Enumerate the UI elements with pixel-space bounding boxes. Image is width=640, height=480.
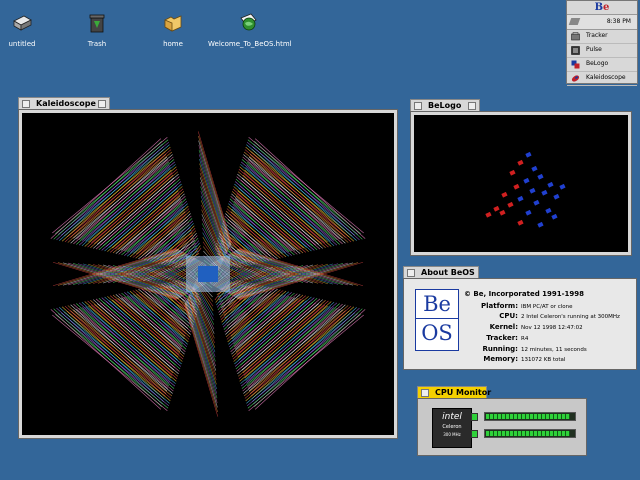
cpu-2-toggle[interactable] [471,430,478,438]
about-value: 131072 KB total [521,357,566,363]
belogo-window: BeLogo [410,99,632,256]
tray-app-icon[interactable] [568,18,581,25]
desktop-icon-untitled[interactable]: untitled [0,12,62,48]
about-value: 12 minutes, 11 seconds [521,347,587,353]
cpu-monitor-window: CPU Monitor intel Celeron 300 MHz [417,386,587,456]
about-row-platform: Platform: IBM PC/AT or clone [462,302,573,310]
close-box[interactable] [421,389,429,397]
html-document-icon [240,13,257,31]
chip-speed: 300 MHz [443,432,461,437]
deskbar: Be 8:38 PM Tracker Pulse BeLogo Kaleidos… [566,0,638,86]
beos-logo: Be OS [415,289,459,351]
window-frame: intel Celeron 300 MHz [417,398,587,456]
desktop-icon-label: untitled [8,40,36,48]
about-row-running: Running: 12 minutes, 11 seconds [462,345,587,353]
zoom-box[interactable] [98,100,106,108]
desktop-icon-welcome-html[interactable]: Welcome_To_BeOS.html [208,12,292,48]
about-row-kernel: Kernel: Nov 12 1998 12:47:02 [462,323,583,331]
close-box[interactable] [407,269,415,277]
cpu-1-toggle[interactable] [471,413,478,421]
be-menu-button[interactable]: Be [567,1,637,15]
about-value: Nov 12 1998 12:47:02 [521,325,583,331]
window-frame [18,109,398,439]
beos-logo-bottom: OS [421,321,453,345]
desktop-icon-label: home [163,40,183,48]
zoom-box[interactable] [468,102,476,110]
cpu-2-meter [484,429,576,438]
cpu-1-meter-fill [486,414,570,419]
about-value: R4 [521,336,529,342]
kaleidoscope-canvas [22,113,394,435]
about-beos-window: About BeOS Be OS © Be, Incorporated 1991… [403,266,637,370]
close-box[interactable] [414,102,422,110]
about-key: Tracker: [486,334,518,342]
deskbar-clock[interactable]: 8:38 PM [607,18,631,25]
desktop-icon-label: Welcome_To_BeOS.html [208,40,292,48]
chip-model: Celeron [442,424,462,430]
close-box[interactable] [22,100,30,108]
about-key: CPU: [499,312,518,320]
deskbar-item-label: Pulse [586,46,602,53]
belogo-animation [485,151,566,228]
kaleidoscope-pattern [50,131,366,417]
about-value: 2 Intel Celeron's running at 300MHz [521,314,620,320]
window-title: CPU Monitor [435,388,492,397]
deskbar-item-tracker[interactable]: Tracker [567,30,637,44]
window-title: BeLogo [428,101,462,110]
about-row-cpu: CPU: 2 Intel Celeron's running at 300MHz [462,312,620,320]
pulse-icon [571,46,580,55]
trash-icon [89,14,105,33]
about-key: Kernel: [489,323,518,331]
window-tab[interactable]: CPU Monitor [417,386,491,398]
copyright-text: © Be, Incorporated 1991-1998 [464,290,585,298]
cpu-1-meter [484,412,576,421]
deskbar-item-belogo[interactable]: BeLogo [567,58,637,72]
window-tab[interactable]: Kaleidoscope [18,97,110,109]
belogo-canvas [414,115,628,252]
beos-logo-top: Be [416,290,458,319]
cpu-2-meter-fill [486,431,570,436]
deskbar-item-pulse[interactable]: Pulse [567,44,637,58]
chip-brand: intel [442,412,462,422]
window-tab[interactable]: BeLogo [410,99,480,111]
folder-icon [164,15,182,32]
deskbar-item-label: Kaleidoscope [586,74,626,81]
desktop-icon-home[interactable]: home [133,12,213,48]
about-key: Memory: [483,355,518,363]
window-frame [410,111,632,256]
about-key: Running: [482,345,518,353]
desktop-icon-trash[interactable]: Trash [57,12,137,48]
window-tab[interactable]: About BeOS [403,266,479,278]
window-title: Kaleidoscope [36,99,96,108]
tracker-icon [571,32,580,41]
deskbar-item-label: Tracker [586,32,608,39]
intel-celeron-chip: intel Celeron 300 MHz [432,408,472,448]
belogo-icon [571,60,580,69]
kaleidoscope-icon [571,75,580,82]
about-value: IBM PC/AT or clone [521,304,573,310]
deskbar-item-label: BeLogo [586,60,609,67]
deskbar-item-kaleidoscope[interactable]: Kaleidoscope [567,72,637,86]
about-row-tracker: Tracker: R4 [462,334,528,342]
about-row-memory: Memory: 131072 KB total [462,355,565,363]
kaleidoscope-window: Kaleidoscope [18,97,398,439]
about-key: Platform: [481,302,518,310]
hard-disk-icon [13,15,32,31]
deskbar-tray: 8:38 PM [567,15,637,30]
window-frame: Be OS © Be, Incorporated 1991-1998 Platf… [403,278,637,370]
desktop-icon-label: Trash [87,40,107,48]
window-title: About BeOS [421,268,475,277]
